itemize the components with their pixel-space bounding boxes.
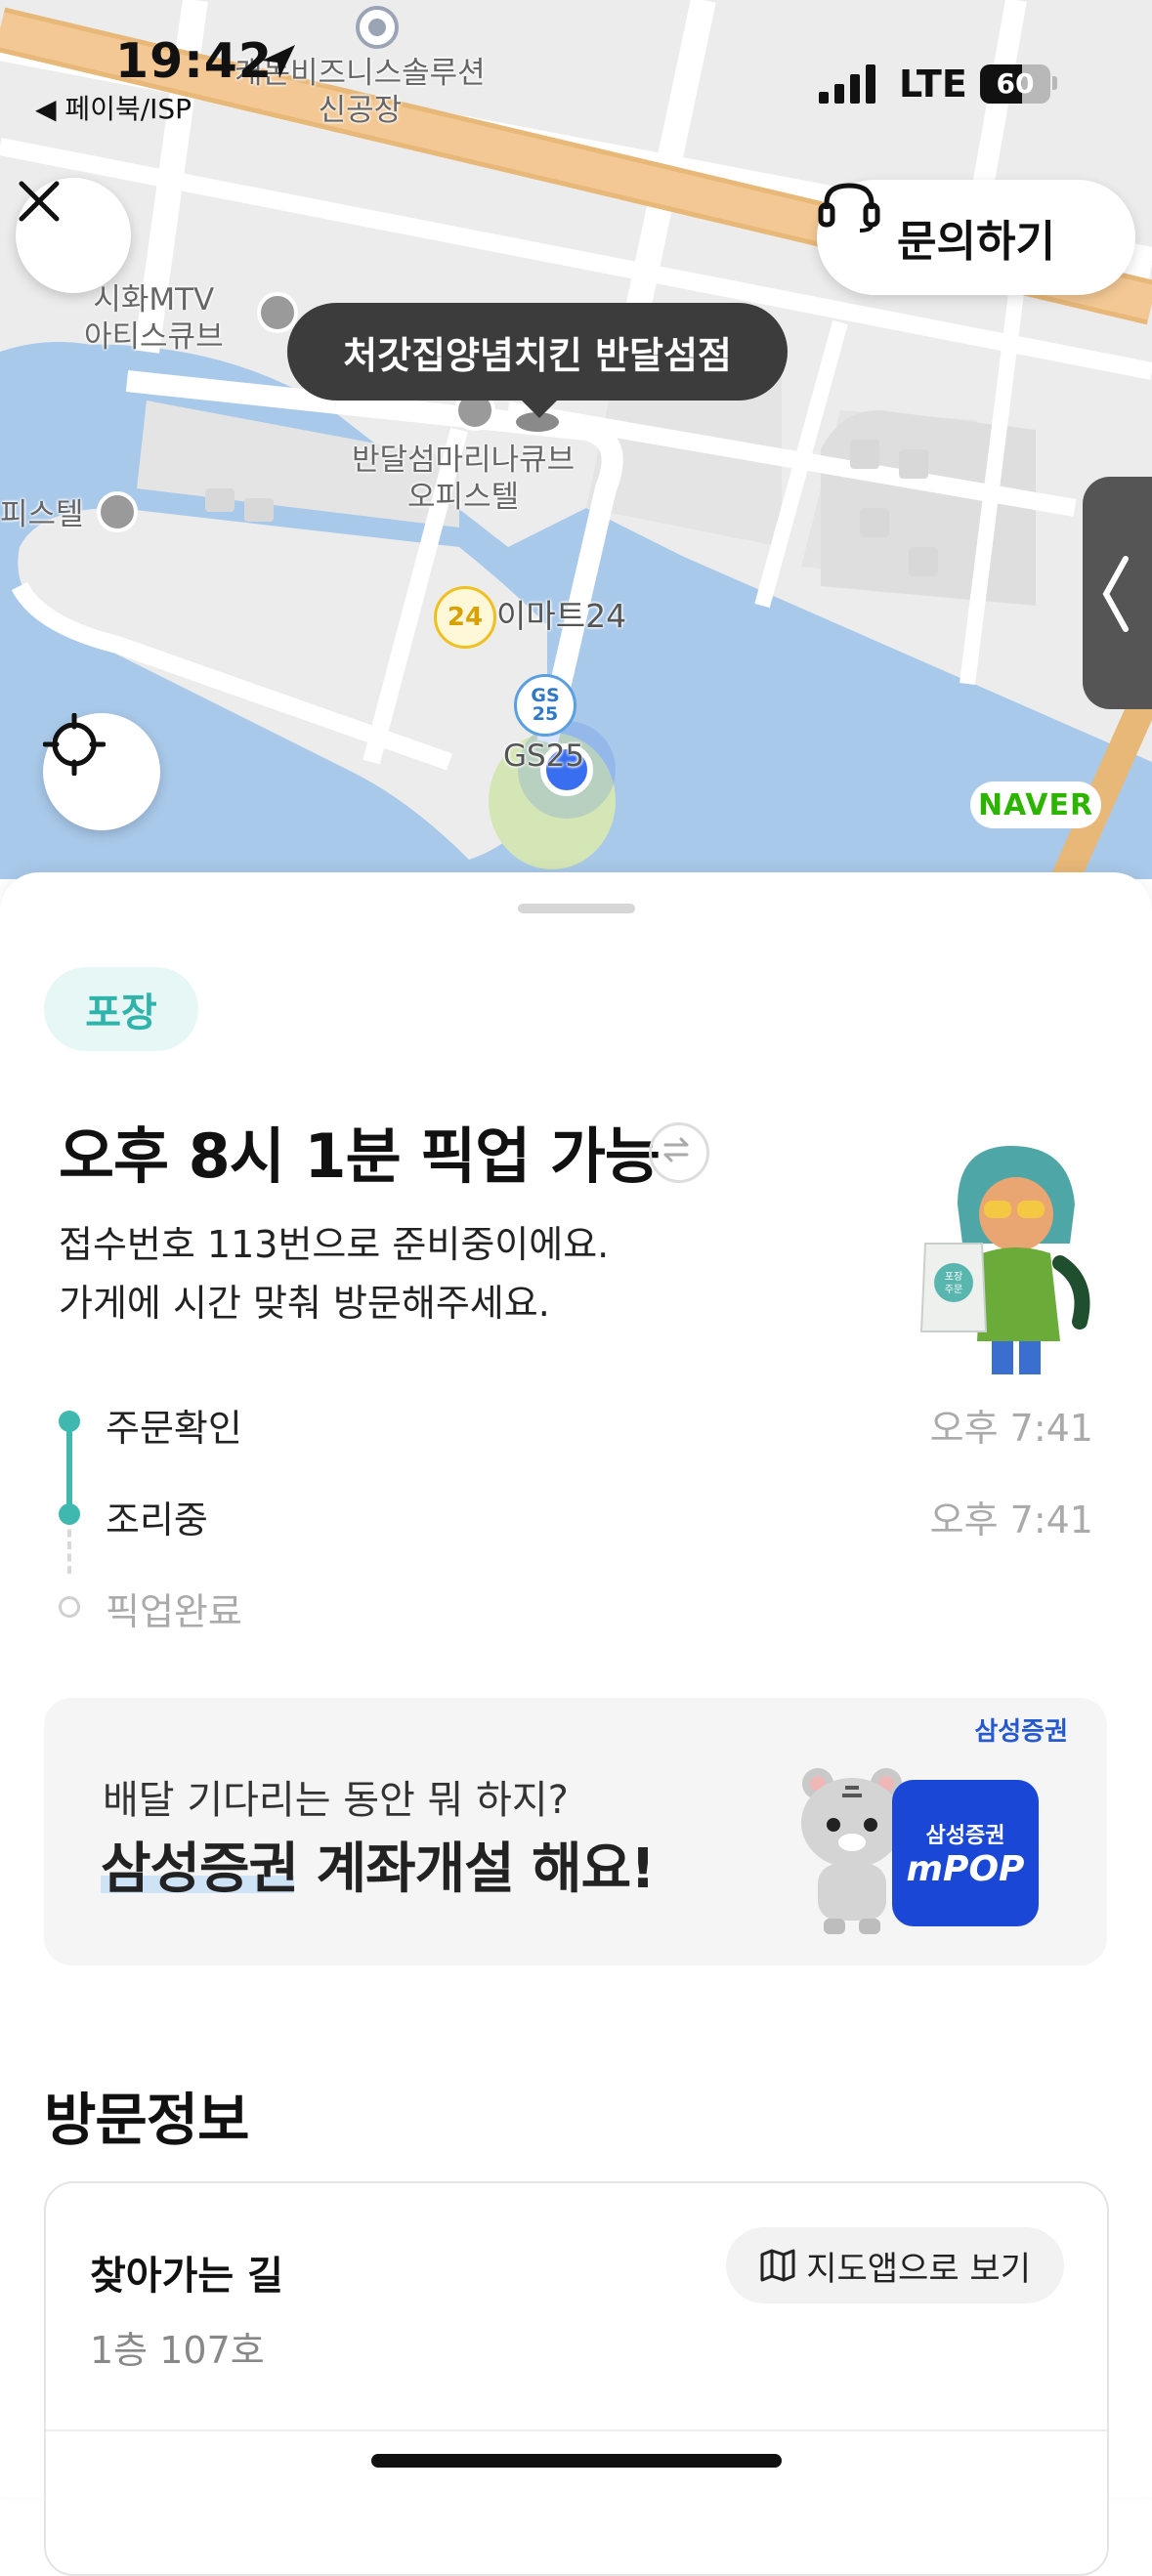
directions-card: 찾아가는 길 1층 107호 지도앱으로 보기 — [44, 2181, 1109, 2576]
network-type: LTE — [899, 63, 967, 106]
samsung-securities-ad-banner[interactable]: 삼성증권 배달 기다리는 동안 뭐 하지? 삼성증권 계좌개설 해요! 삼성증권… — [44, 1698, 1107, 1965]
crosshair-icon — [43, 713, 106, 776]
progress-line-pending — [67, 1517, 71, 1574]
step-time-cooking: 오후 7:41 — [929, 1499, 1093, 1541]
mpop-app-icon: 삼성증권 mPOP — [892, 1780, 1039, 1926]
status-time: 19:42 — [115, 33, 273, 89]
order-type-badge: 포장 — [44, 967, 198, 1051]
ad-app-name-bottom: mPOP — [906, 1848, 1025, 1889]
close-icon — [19, 181, 60, 222]
naver-logo: NAVER — [970, 781, 1101, 828]
directions-title: 찾아가는 길 — [90, 2254, 283, 2299]
inquiry-label: 문의하기 — [897, 217, 1055, 267]
gs25-icon[interactable]: GS 25 — [514, 674, 576, 737]
my-location-button[interactable] — [43, 713, 160, 830]
signal-icon — [819, 64, 875, 104]
order-description-line2: 가게에 시간 맞춰 방문해주세요. — [59, 1282, 550, 1325]
svg-text:주문: 주문 — [945, 1284, 962, 1295]
home-indicator[interactable] — [371, 2454, 782, 2468]
map-label-mtv: 시화MTV 아티스큐브 — [84, 282, 224, 355]
swap-icon[interactable] — [649, 1122, 709, 1183]
step-dot-pickup — [59, 1596, 80, 1618]
map-label-emart: 이마트24 — [496, 597, 627, 635]
order-description-line1: 접수번호 113번으로 준비중이에요. — [59, 1223, 610, 1266]
store-name: 처갓집양념치킨 반달섬점 — [343, 333, 732, 377]
sheet-grabber[interactable] — [518, 904, 635, 913]
side-panel-handle[interactable] — [1083, 477, 1152, 709]
map-icon — [760, 2249, 795, 2282]
inquiry-button[interactable]: 문의하기 — [817, 180, 1135, 295]
step-label-cooking: 조리중 — [106, 1499, 208, 1541]
ad-line1: 배달 기다리는 동안 뭐 하지? — [103, 1778, 569, 1823]
close-button[interactable] — [16, 178, 131, 293]
svg-text:포장: 포장 — [945, 1271, 962, 1283]
map-label-marina: 반달섬마리나큐브 오피스텔 — [352, 443, 576, 515]
headset-icon — [818, 183, 880, 232]
delivery-character-illustration: 포장 주문 — [919, 1146, 1090, 1374]
battery-nub — [1052, 76, 1057, 90]
map-label-officetel: 피스텔 — [0, 497, 84, 532]
ad-line2-highlight: 삼성증권 — [101, 1837, 299, 1901]
ad-line2-rest: 계좌개설 해요! — [298, 1837, 656, 1901]
emart24-icon[interactable]: 24 — [434, 586, 496, 649]
step-dot-cooking — [59, 1503, 80, 1525]
directions-detail: 1층 107호 — [90, 2329, 265, 2372]
chevron-left-icon — [1102, 556, 1129, 632]
battery-percent: 60 — [996, 67, 1035, 100]
back-to-app-link[interactable]: ◀ 페이북/ISP — [35, 88, 192, 127]
step-label-confirmed: 주문확인 — [106, 1407, 242, 1450]
map-label-gs: GS25 — [503, 739, 585, 774]
open-map-app-button[interactable]: 지도앱으로 보기 — [726, 2227, 1064, 2303]
store-tooltip[interactable]: 처갓집양념치킨 반달섬점 — [287, 303, 788, 401]
ad-app-name-top: 삼성증권 — [925, 1823, 1005, 1848]
card-divider — [46, 2429, 1107, 2431]
location-arrow-icon — [262, 45, 295, 78]
tooltip-tail — [520, 399, 559, 418]
order-status-sheet: 포장 오후 8시 1분 픽업 가능 접수번호 113번으로 준비중이에요. 가게… — [0, 872, 1152, 2576]
ad-brand: 삼성증권 — [974, 1717, 1068, 1747]
progress-line-done — [66, 1421, 72, 1515]
step-dot-confirmed — [59, 1411, 80, 1432]
pickup-time-headline: 오후 8시 1분 픽업 가능 — [59, 1120, 661, 1192]
open-map-app-label: 지도앱으로 보기 — [806, 2249, 1031, 2289]
step-time-confirmed: 오후 7:41 — [929, 1407, 1093, 1450]
map-view[interactable]: 캐논비즈니스솔루션 신공장 시화MTV 아티스큐브 반달섬마리나큐브 오피스텔 … — [0, 0, 1152, 879]
visit-info-title: 방문정보 — [44, 2087, 249, 2153]
battery-icon: 60 — [980, 64, 1050, 104]
step-label-pickup: 픽업완료 — [106, 1590, 242, 1633]
ad-line2: 삼성증권 계좌개설 해요! — [101, 1825, 656, 1904]
